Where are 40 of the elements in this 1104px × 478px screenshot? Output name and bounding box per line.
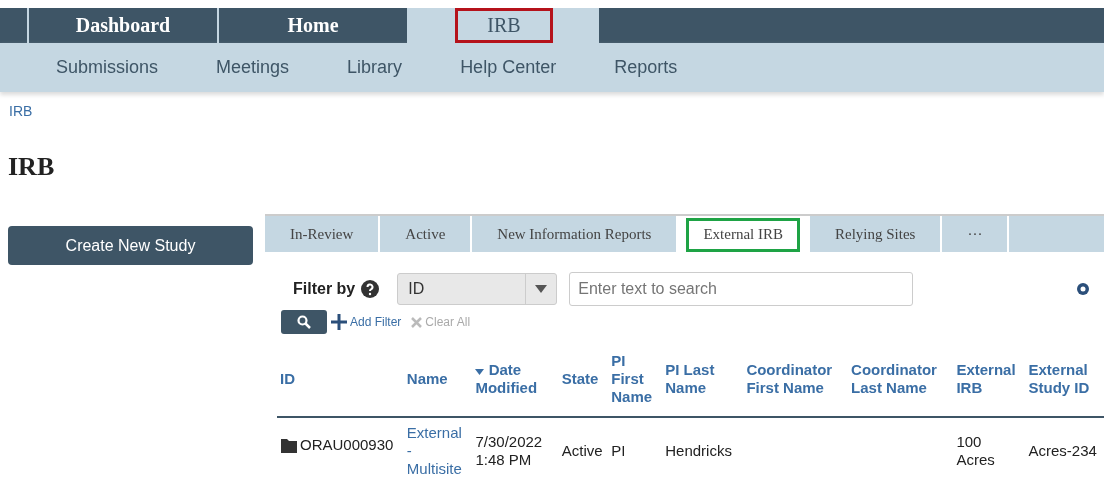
column-header[interactable]: State (558, 342, 609, 417)
tab[interactable]: External IRB (678, 216, 810, 252)
column-header[interactable]: ID (277, 342, 404, 417)
column-header[interactable]: PI Last Name (662, 342, 744, 417)
plus-icon (331, 314, 347, 330)
table-cell: Hendricks (662, 417, 744, 478)
column-header[interactable]: External Study ID (1025, 342, 1104, 417)
nav-tab[interactable]: IRB (409, 8, 599, 43)
column-header[interactable]: External IRB (953, 342, 1026, 417)
x-icon (411, 316, 423, 328)
search-button[interactable] (281, 310, 327, 334)
column-header[interactable]: Coordinator Last Name (848, 342, 954, 417)
study-link[interactable]: External - Multisite (403, 417, 473, 478)
page-title: IRB (8, 152, 56, 182)
column-header[interactable]: Name (403, 342, 473, 417)
folder-icon (280, 436, 298, 454)
table-cell: Acres-234 (1025, 417, 1104, 478)
search-field[interactable]: Enter text to search (569, 272, 914, 306)
breadcrumb-link[interactable]: IRB (9, 103, 33, 119)
filter-dropdown[interactable]: ID (397, 273, 558, 305)
table-cell: 7/30/2022 1:48 PM (472, 417, 559, 478)
column-header[interactable]: Date Modified (472, 342, 559, 417)
table-cell: ORAU000930 (277, 418, 404, 472)
help-icon[interactable] (361, 280, 380, 298)
subnav-link[interactable]: Meetings (216, 57, 290, 78)
add-filter-link[interactable]: Add Filter (331, 314, 402, 330)
caret-icon (535, 285, 548, 293)
subnav-link[interactable]: Reports (614, 57, 678, 78)
create-study-button[interactable]: Create New Study (8, 226, 253, 265)
table-cell: 100 Acres (953, 417, 1026, 478)
column-header[interactable]: Coordinator First Name (743, 342, 849, 417)
column-header[interactable]: PI First Name (608, 342, 663, 417)
sort-caret-icon (475, 369, 485, 375)
search-icon (297, 315, 311, 329)
subnav-link[interactable]: Help Center (460, 57, 557, 78)
subnav-link[interactable]: Library (347, 57, 403, 78)
table-cell: PI (608, 417, 663, 478)
filter-label: Filter by (293, 280, 356, 298)
table-cell: Active (558, 417, 609, 478)
subnav-link[interactable]: Submissions (56, 57, 159, 78)
